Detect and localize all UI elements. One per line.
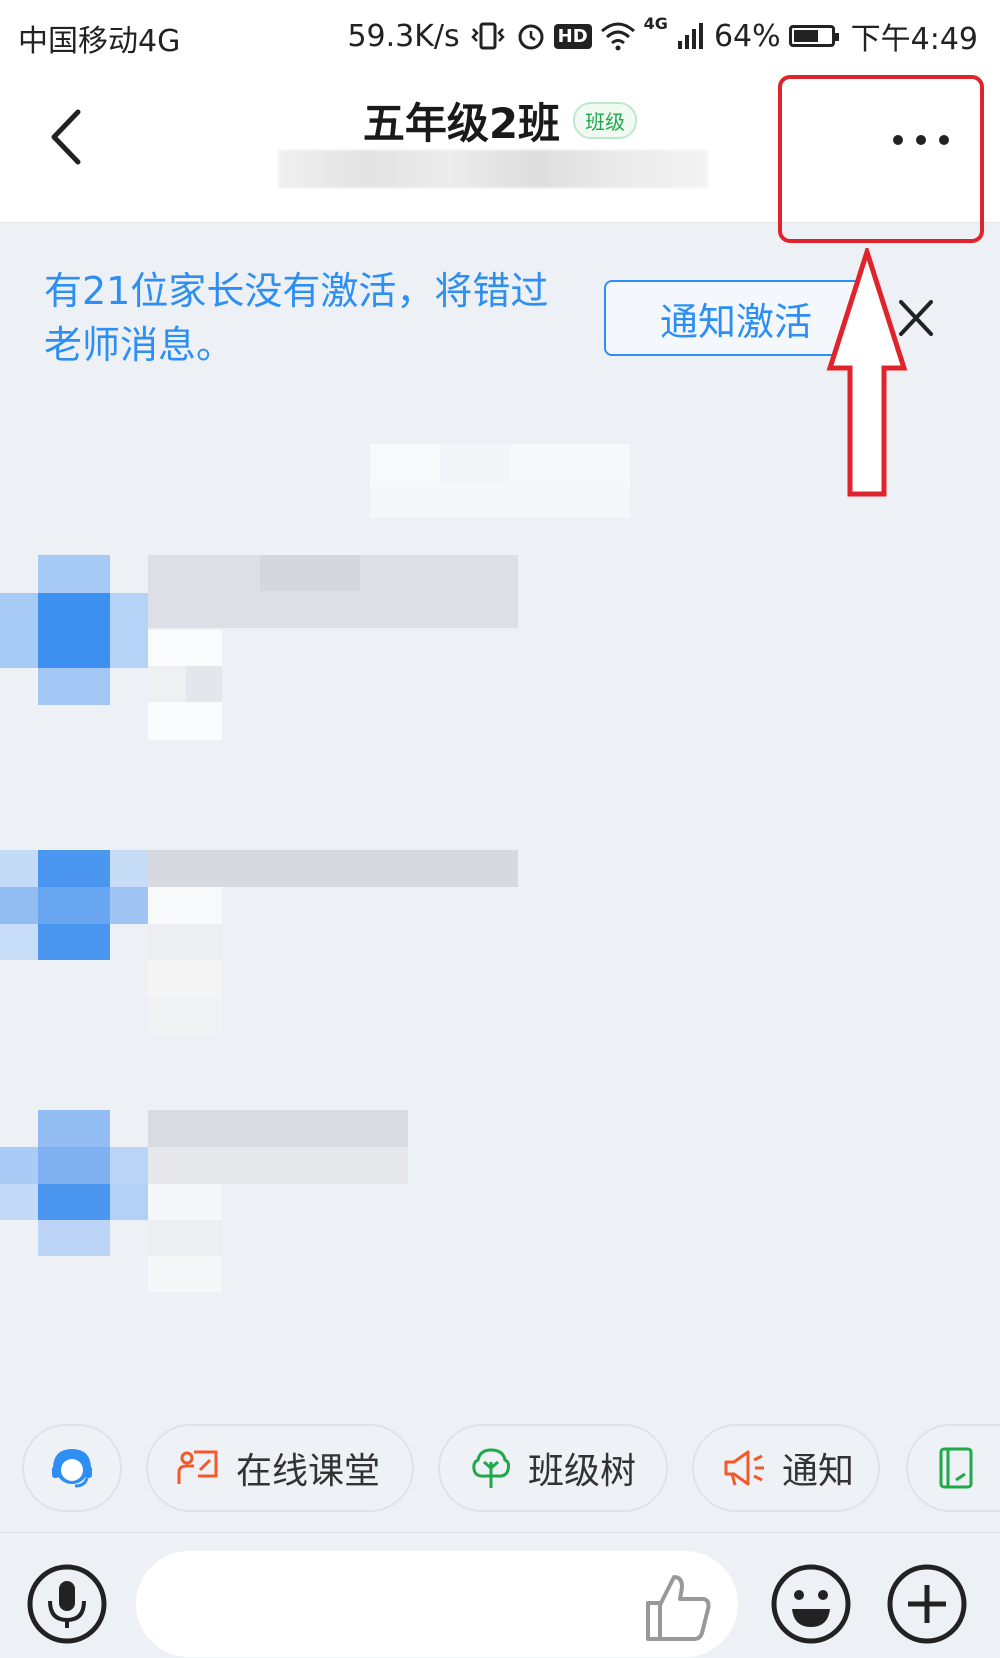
- thumbs-up-icon[interactable]: [644, 1571, 714, 1643]
- emoji-icon[interactable]: [770, 1563, 852, 1645]
- notice-chip[interactable]: 通知: [692, 1424, 880, 1512]
- notice-label: 通知: [782, 1451, 855, 1492]
- blurred-subtitle: [278, 150, 708, 188]
- vibrate-icon: [470, 22, 505, 50]
- blurred-message-2: [0, 815, 560, 1045]
- signal-icon: [677, 23, 703, 49]
- blurred-message-1: [0, 555, 560, 745]
- wifi-icon: [600, 22, 635, 51]
- online-class-label: 在线课堂: [236, 1451, 381, 1492]
- homework-chip[interactable]: [906, 1424, 1000, 1512]
- customer-service-chip[interactable]: [22, 1424, 122, 1512]
- customer-service-icon: [52, 1448, 92, 1488]
- page-title: 五年级2班: [362, 99, 561, 148]
- class-badge: 班级: [573, 102, 638, 139]
- class-tree-label: 班级树: [528, 1451, 637, 1492]
- online-class-chip[interactable]: 在线课堂: [146, 1424, 414, 1512]
- status-right: 59.3K/s HD 4G 64% 下午4:49: [347, 14, 978, 58]
- notice-icon: [724, 1450, 764, 1486]
- status-bar: 中国移动4G 59.3K/s HD 4G 64% 下午4:49: [0, 0, 1000, 70]
- hd-badge: HD: [553, 23, 592, 49]
- blurred-message-3: [0, 1110, 560, 1300]
- class-tree-icon: [472, 1448, 511, 1488]
- network-type: 4G: [643, 14, 668, 33]
- mic-icon[interactable]: [26, 1563, 108, 1645]
- plus-icon[interactable]: [886, 1563, 968, 1645]
- clock: 下午4:49: [850, 22, 978, 57]
- battery-percent: 64%: [713, 18, 781, 54]
- network-speed: 59.3K/s: [347, 18, 460, 54]
- alarm-icon: [518, 24, 544, 50]
- homework-icon: [939, 1447, 973, 1489]
- input-bar: [0, 1533, 1000, 1658]
- annotation-arrow: [826, 248, 908, 497]
- banner-message: 有21位家长没有激活，将错过老师消息。: [44, 269, 549, 367]
- blurred-timestamp: [370, 444, 630, 518]
- class-tree-chip[interactable]: 班级树: [438, 1424, 668, 1512]
- online-class-icon: [177, 1450, 218, 1484]
- carrier-label: 中国移动4G: [18, 24, 181, 59]
- quick-actions-row: 在线课堂 班级树 通知: [0, 1424, 1000, 1516]
- annotation-highlight-box: [778, 75, 984, 243]
- battery-icon: [788, 25, 839, 47]
